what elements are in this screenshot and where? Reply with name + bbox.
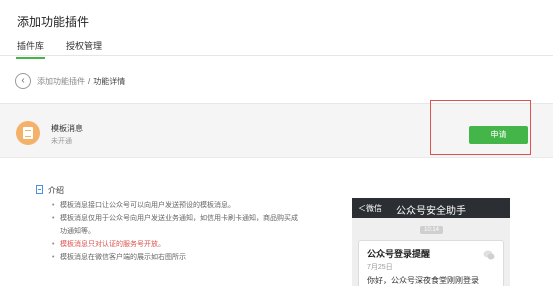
apply-button[interactable]: 申请 xyxy=(469,126,528,144)
template-message-icon xyxy=(16,121,40,145)
wechat-icon xyxy=(483,250,495,260)
breadcrumb-separator: / xyxy=(88,77,91,86)
breadcrumb-current: 功能详情 xyxy=(93,77,126,86)
message-body: 你好，公众号深夜食堂刚刚登录 xyxy=(367,276,479,285)
plugin-status: 未开通 xyxy=(51,138,72,145)
list-item: 模板消息只对认证的服务号开放。 xyxy=(52,238,298,251)
phone-timestamp: 10:14 xyxy=(420,226,444,234)
back-arrow-icon[interactable]: ‹ xyxy=(15,73,31,89)
intro-heading: 介绍 xyxy=(36,185,64,196)
message-date: 7月25日 xyxy=(367,264,393,271)
list-item: 模板消息仅用于公众号向用户发送业务通知，如信用卡刷卡通知，商品购买成 xyxy=(52,212,298,225)
message-title: 公众号登录提醒 xyxy=(367,249,431,259)
intro-heading-text: 介绍 xyxy=(48,186,64,195)
intro-list: 模板消息接口让公众号可以向用户发送预设的模板消息。 模板消息仅用于公众号向用户发… xyxy=(52,199,298,264)
list-item: 功通知等。 xyxy=(60,228,95,235)
phone-nav-bar: ＜微信 公众号安全助手 xyxy=(352,198,510,218)
tab-plugin-library[interactable]: 插件库 xyxy=(15,39,46,59)
breadcrumb-bar: ‹ 添加功能插件 / 功能详情 xyxy=(0,62,553,104)
breadcrumb-parent-link[interactable]: 添加功能插件 xyxy=(37,77,85,86)
list-item: 模板消息接口让公众号可以向用户发送预设的模板消息。 xyxy=(52,199,298,212)
tab-bar: 插件库 授权管理 xyxy=(0,36,553,59)
message-card: 公众号登录提醒 7月25日 你好，公众号深夜食堂刚刚登录 xyxy=(358,240,504,286)
breadcrumb: 添加功能插件 / 功能详情 xyxy=(37,76,125,87)
phone-preview: ＜微信 公众号安全助手 10:14 公众号登录提醒 7月25日 你好，公众号深夜… xyxy=(352,198,510,286)
tab-authorization-management[interactable]: 授权管理 xyxy=(66,39,102,52)
document-icon xyxy=(36,185,43,194)
page-title: 添加功能插件 xyxy=(17,15,90,29)
plugin-name: 模板消息 xyxy=(51,124,83,133)
list-item: 模板消息在微信客户端的展示如右图所示 xyxy=(52,251,298,264)
phone-title: 公众号安全助手 xyxy=(396,206,466,217)
